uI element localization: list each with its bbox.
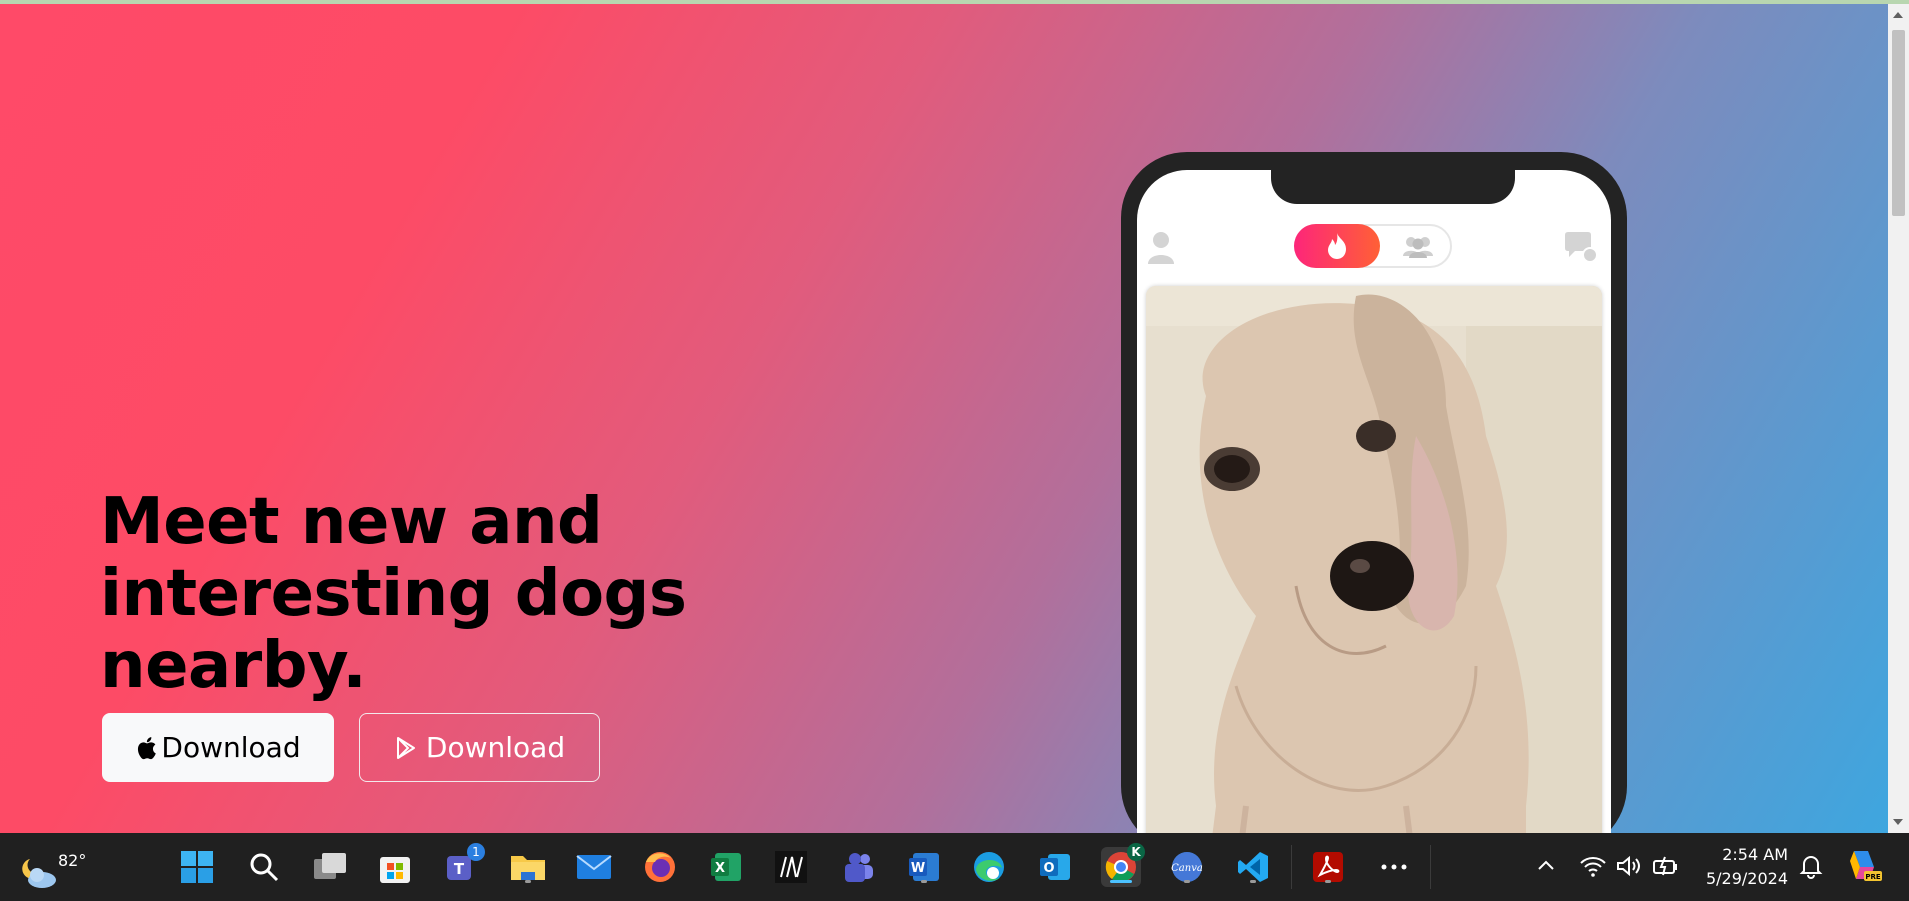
profile-icon[interactable] — [1147, 230, 1175, 266]
outlook-icon: O — [1040, 854, 1070, 880]
weather-temperature: 82° — [58, 851, 87, 870]
canva-running-indicator — [1184, 880, 1190, 883]
teams-notification-badge: 1 — [467, 843, 485, 861]
dog-profile-card[interactable] — [1146, 286, 1602, 833]
task-view-icon — [314, 853, 346, 879]
svg-text:X: X — [715, 861, 725, 876]
search-icon — [250, 853, 279, 882]
landing-page: Meet new and interesting dogs nearby. Do… — [0, 4, 1888, 833]
weather-widget[interactable]: 82° — [18, 843, 86, 893]
mail-button[interactable] — [574, 847, 614, 887]
firefox-button[interactable] — [640, 847, 680, 887]
folder-icon — [511, 856, 545, 880]
hero-headline: Meet new and interesting dogs nearby. — [100, 485, 687, 703]
page-scrollbar[interactable] — [1888, 4, 1909, 833]
windows-taskbar: 82° T 1 X W O K Canva 2:54 AM 5/29/2024 … — [0, 833, 1909, 901]
word-icon: W — [909, 853, 939, 881]
excel-button[interactable]: X — [706, 847, 746, 887]
notification-bell-icon[interactable] — [1798, 853, 1824, 879]
taskbar-separator — [1291, 845, 1292, 889]
wifi-icon[interactable] — [1580, 855, 1606, 877]
edge-button[interactable] — [969, 847, 1009, 887]
google-play-download-button[interactable]: Download — [359, 713, 600, 782]
outlook-button[interactable]: O — [1035, 847, 1075, 887]
file-explorer-running-indicator — [525, 880, 531, 883]
teams-button[interactable]: T 1 — [441, 843, 485, 887]
chat-icon[interactable] — [1563, 231, 1599, 263]
chevron-up-icon[interactable] — [1536, 855, 1556, 875]
clock-date: 5/29/2024 — [1705, 869, 1788, 888]
scroll-up-arrow-icon[interactable] — [1893, 12, 1903, 18]
firefox-icon — [645, 852, 675, 882]
clock-time: 2:54 AM — [1722, 845, 1788, 864]
excel-icon: X — [711, 853, 741, 881]
flame-icon — [1328, 233, 1346, 259]
store-icon — [380, 857, 410, 883]
m-app-button[interactable] — [771, 847, 811, 887]
chrome-profile-badge: K — [1127, 843, 1145, 861]
swipe-mode-tab[interactable] — [1294, 224, 1380, 268]
app-store-download-label: Download — [161, 731, 301, 764]
svg-text:W: W — [911, 861, 925, 876]
system-clock[interactable]: 2:54 AM 5/29/2024 — [1698, 843, 1788, 891]
phone-mockup — [1121, 152, 1627, 833]
edge-icon — [974, 852, 1004, 882]
svg-text:PRE: PRE — [1865, 873, 1881, 881]
chrome-button[interactable]: K — [1101, 843, 1145, 887]
scroll-thumb[interactable] — [1892, 30, 1905, 216]
vscode-button[interactable] — [1233, 847, 1273, 887]
m-app-icon — [775, 851, 807, 883]
svg-text:Canva: Canva — [1171, 863, 1203, 874]
vscode-icon — [1238, 852, 1268, 882]
start-button[interactable] — [177, 847, 217, 887]
apple-icon — [138, 736, 157, 759]
discover-toggle[interactable] — [1294, 224, 1452, 268]
volume-icon[interactable] — [1616, 855, 1642, 877]
more-icon — [1381, 864, 1407, 870]
canva-icon: Canva — [1171, 852, 1203, 882]
scroll-down-arrow-icon[interactable] — [1893, 819, 1903, 825]
google-play-download-label: Download — [425, 731, 566, 764]
chrome-active-indicator — [1110, 880, 1132, 883]
acrobat-icon — [1313, 852, 1343, 882]
task-view-button[interactable] — [310, 847, 350, 887]
vscode-running-indicator — [1250, 880, 1256, 883]
acrobat-running-indicator — [1325, 880, 1331, 883]
phone-screen — [1137, 170, 1611, 833]
svg-text:O: O — [1043, 861, 1054, 876]
google-play-icon — [396, 736, 415, 759]
app-store-download-button[interactable]: Download — [102, 713, 334, 782]
copilot-icon[interactable]: PRE — [1846, 847, 1882, 883]
windows-logo-icon — [181, 851, 213, 883]
teams-work-button[interactable] — [838, 847, 878, 887]
group-icon[interactable] — [1400, 234, 1436, 258]
search-button[interactable] — [244, 847, 284, 887]
battery-charging-icon[interactable] — [1652, 855, 1680, 877]
canva-button[interactable]: Canva — [1167, 847, 1207, 887]
phone-notch — [1271, 170, 1515, 204]
file-explorer-button[interactable] — [508, 847, 548, 887]
svg-text:T: T — [454, 860, 465, 878]
more-apps-button[interactable] — [1374, 847, 1414, 887]
acrobat-button[interactable] — [1308, 847, 1348, 887]
partly-cloudy-moon-icon — [22, 859, 56, 888]
mail-icon — [576, 855, 612, 879]
word-running-indicator — [921, 880, 927, 883]
teams-work-icon — [845, 853, 873, 882]
word-button[interactable]: W — [904, 847, 944, 887]
taskbar-separator — [1430, 845, 1431, 889]
microsoft-store-button[interactable] — [375, 847, 415, 887]
dog-photo — [1146, 286, 1602, 833]
